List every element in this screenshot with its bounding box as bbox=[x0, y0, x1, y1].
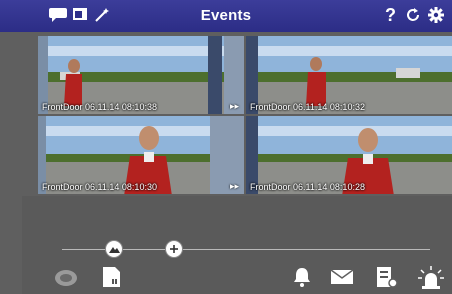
title-bar: Events ? bbox=[0, 0, 452, 32]
event-thumbnail-3[interactable]: FrontDoor 06.11.14 08:10:30 ▸▸ bbox=[38, 116, 244, 194]
event-caption: FrontDoor 06.11.14 08:10:30 bbox=[42, 182, 157, 192]
event-time: 08:10:30 bbox=[121, 182, 157, 192]
event-date: 06.11.14 bbox=[293, 182, 328, 192]
settings-gear-icon[interactable] bbox=[428, 7, 444, 23]
event-time: 08:10:32 bbox=[329, 102, 365, 112]
file-transfer-icon[interactable] bbox=[375, 266, 399, 290]
camera-name: FrontDoor bbox=[42, 182, 83, 192]
event-caption: FrontDoor 06.11.14 08:10:32 bbox=[250, 102, 365, 112]
play-icon[interactable]: ▸▸ bbox=[230, 181, 239, 192]
event-time: 08:10:38 bbox=[121, 102, 157, 112]
alarm-light-icon[interactable] bbox=[418, 266, 444, 290]
mountain-icon[interactable] bbox=[105, 240, 123, 258]
play-icon[interactable]: ▸▸ bbox=[230, 101, 239, 112]
camera-name: FrontDoor bbox=[42, 102, 83, 112]
event-caption: FrontDoor 06.11.14 08:10:28 bbox=[250, 182, 365, 192]
event-thumbnail-4[interactable]: FrontDoor 06.11.14 08:10:28 bbox=[246, 116, 452, 194]
event-time: 08:10:28 bbox=[329, 182, 365, 192]
event-thumbnail-1[interactable]: FrontDoor 06.11.14 08:10:38 ▸▸ bbox=[38, 36, 244, 114]
sd-card-icon[interactable] bbox=[101, 266, 121, 288]
event-date: 06.11.14 bbox=[85, 182, 120, 192]
camera-name: FrontDoor bbox=[250, 102, 291, 112]
help-icon[interactable]: ? bbox=[385, 5, 396, 26]
zoom-in-plus-icon[interactable] bbox=[165, 240, 183, 258]
camera-name: FrontDoor bbox=[250, 182, 291, 192]
event-date: 06.11.14 bbox=[85, 102, 120, 112]
refresh-icon[interactable] bbox=[405, 7, 421, 23]
event-date: 06.11.14 bbox=[293, 102, 328, 112]
mail-icon[interactable] bbox=[330, 266, 354, 288]
bell-icon[interactable] bbox=[292, 266, 312, 288]
event-caption: FrontDoor 06.11.14 08:10:38 bbox=[42, 102, 157, 112]
lens-icon[interactable] bbox=[54, 266, 78, 288]
event-thumbnail-2[interactable]: FrontDoor 06.11.14 08:10:32 bbox=[246, 36, 452, 114]
